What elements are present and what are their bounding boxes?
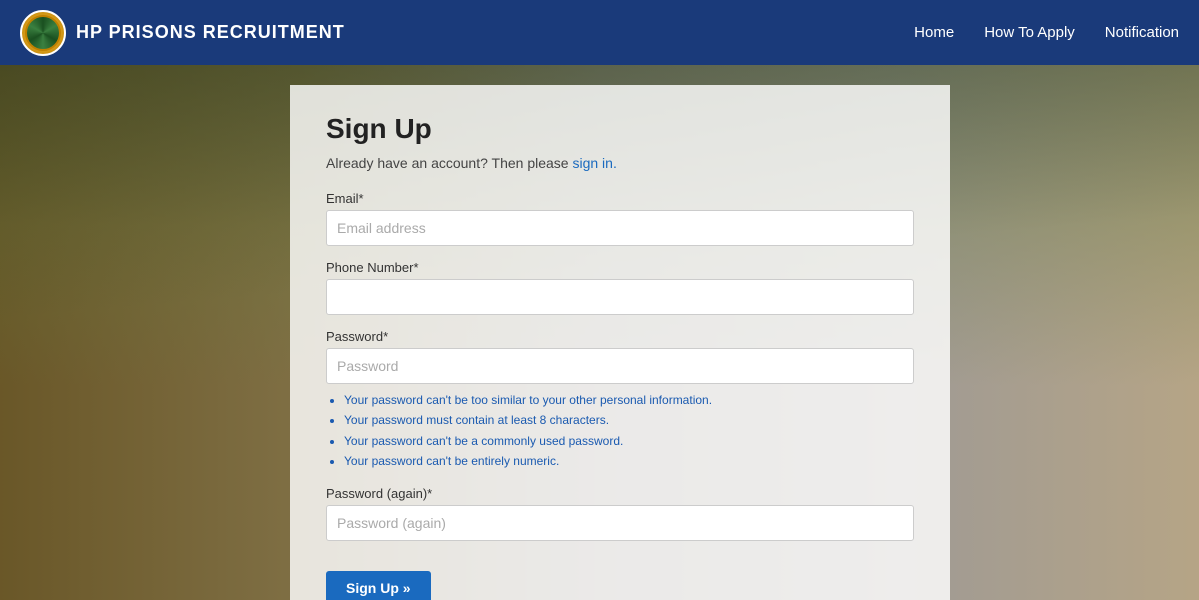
- password-input[interactable]: [326, 348, 914, 384]
- hint-item: Your password can't be entirely numeric.: [344, 451, 914, 471]
- email-label: Email*: [326, 191, 914, 206]
- password-again-label: Password (again)*: [326, 486, 914, 501]
- logo: HP PRISONS RECRUITMENT: [20, 10, 345, 56]
- phone-label: Phone Number*: [326, 260, 914, 275]
- site-title: HP PRISONS RECRUITMENT: [76, 22, 345, 43]
- form-subtitle: Already have an account? Then please sig…: [326, 155, 914, 171]
- password-label: Password*: [326, 329, 914, 344]
- email-group: Email*: [326, 191, 914, 246]
- signup-form-panel: Sign Up Already have an account? Then pl…: [290, 85, 950, 600]
- nav-home[interactable]: Home: [914, 24, 954, 41]
- background-container: Sign Up Already have an account? Then pl…: [0, 65, 1199, 600]
- phone-input[interactable]: [326, 279, 914, 315]
- email-input[interactable]: [326, 210, 914, 246]
- header: HP PRISONS RECRUITMENT Home How To Apply…: [0, 0, 1199, 65]
- signin-link[interactable]: sign in.: [572, 155, 616, 171]
- phone-group: Phone Number*: [326, 260, 914, 315]
- nav-notification[interactable]: Notification: [1105, 24, 1179, 41]
- subtitle-text: Already have an account? Then please: [326, 155, 572, 171]
- main-nav: Home How To Apply Notification: [914, 24, 1179, 41]
- password-again-group: Password (again)*: [326, 486, 914, 541]
- hint-item: Your password can't be a commonly used p…: [344, 431, 914, 451]
- form-title: Sign Up: [326, 113, 914, 145]
- password-again-input[interactable]: [326, 505, 914, 541]
- logo-icon: [20, 10, 66, 56]
- hint-item: Your password can't be too similar to yo…: [344, 390, 914, 410]
- signup-button[interactable]: Sign Up »: [326, 571, 431, 600]
- nav-how-to-apply[interactable]: How To Apply: [984, 24, 1075, 41]
- password-hints-list: Your password can't be too similar to yo…: [326, 390, 914, 472]
- password-group: Password* Your password can't be too sim…: [326, 329, 914, 472]
- hint-item: Your password must contain at least 8 ch…: [344, 410, 914, 430]
